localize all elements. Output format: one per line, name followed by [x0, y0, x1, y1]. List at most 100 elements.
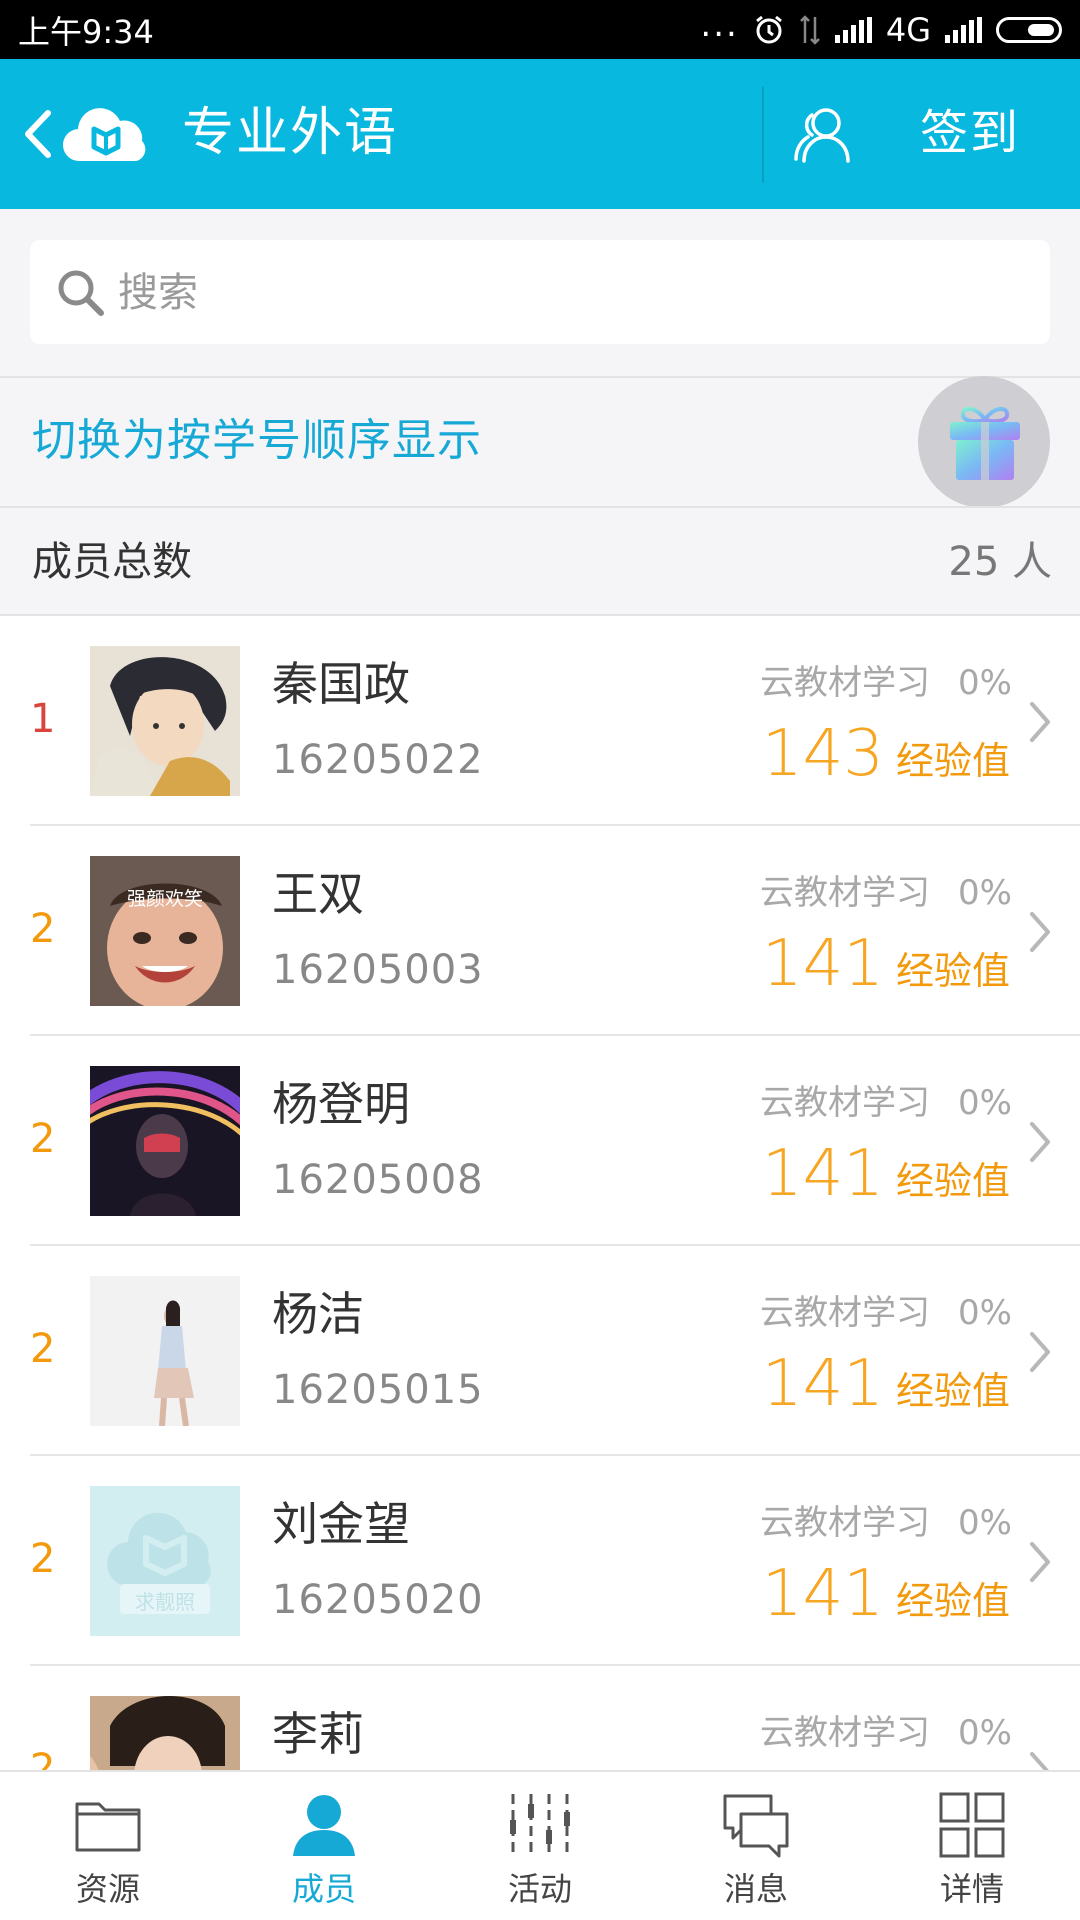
nav-item-members[interactable]: 成员 [216, 1772, 432, 1920]
battery-icon [996, 16, 1062, 43]
member-name: 杨洁 [272, 1287, 364, 1341]
app-logo-icon [62, 108, 146, 162]
search-icon [58, 270, 104, 316]
chevron-right-icon [1030, 1542, 1050, 1582]
page-title: 专业外语 [182, 103, 399, 163]
exp-unit: 经验值 [895, 1579, 1010, 1623]
progress-label: 云教材学习 [760, 663, 930, 703]
status-icons: ... 4G [700, 5, 1062, 49]
grid-icon [939, 1792, 1005, 1858]
progress-label: 云教材学习 [760, 873, 930, 913]
progress-value: 0% [958, 1713, 1012, 1753]
avatar [90, 646, 240, 796]
checkin-button[interactable]: 签到 [920, 97, 1020, 169]
avatar [90, 1276, 240, 1426]
nav-label: 成员 [291, 1870, 356, 1908]
gift-icon [950, 407, 1020, 480]
exp-value: 143 [761, 717, 884, 791]
back-icon[interactable] [18, 107, 58, 161]
status-bar: 上午9:34 ... 4G [0, 0, 1080, 59]
total-label: 成员总数 [32, 539, 192, 585]
chevron-right-icon [1030, 912, 1050, 952]
exp-value: 141 [761, 1137, 884, 1211]
folder-icon [75, 1802, 141, 1852]
member-row[interactable]: 2 李莉 云教材学习 0% [0, 1666, 1080, 1770]
avatar-caption: 求靓照 [135, 1590, 195, 1614]
activity-icon [510, 1794, 570, 1856]
nav-label: 资源 [75, 1870, 140, 1908]
header-divider [762, 87, 764, 183]
chevron-right-icon [1030, 1122, 1050, 1162]
progress-value: 0% [958, 1503, 1012, 1543]
exp-unit: 经验值 [895, 739, 1010, 783]
signal-icon-2 [945, 16, 982, 43]
member-student-id: 16205003 [272, 947, 484, 993]
member-row[interactable]: 2 杨登明 16205008 云教材学习 0% 141 经验值 [0, 1036, 1080, 1246]
member-student-id: 16205022 [272, 737, 484, 783]
exp-value: 141 [761, 1347, 884, 1421]
nav-item-messages[interactable]: 消息 [648, 1772, 864, 1920]
alarm-icon [755, 15, 782, 43]
member-row[interactable]: 2 求靓照 刘金望 16205020 云教材学习 0% 141 经验值 [0, 1456, 1080, 1666]
search-box[interactable] [30, 240, 1050, 344]
member-student-id: 16205020 [272, 1577, 484, 1623]
member-student-id: 16205008 [272, 1157, 484, 1203]
status-time: 上午9:34 [18, 12, 154, 51]
nav-label: 详情 [939, 1870, 1004, 1908]
network-type: 4G [885, 10, 931, 49]
exp-value: 141 [761, 927, 884, 1001]
exp-unit: 经验值 [895, 1369, 1010, 1413]
progress-label: 云教材学习 [760, 1713, 930, 1753]
person-icon [293, 1795, 355, 1856]
member-row[interactable]: 2 杨洁 16205015 云教材学习 0% 141 经验值 [0, 1246, 1080, 1456]
data-icon [799, 14, 820, 45]
members-icon[interactable] [792, 105, 856, 165]
nav-item-activities[interactable]: 活动 [432, 1772, 648, 1920]
message-icon [723, 1794, 789, 1858]
progress-value: 0% [958, 873, 1012, 913]
member-rank: 2 [30, 1116, 56, 1162]
member-name: 杨登明 [272, 1077, 410, 1131]
bottom-nav: 资源 成员 活动 消息 详情 [0, 1770, 1080, 1920]
exp-value: 141 [761, 1557, 884, 1631]
avatar: 求靓照 [90, 1486, 240, 1636]
total-row: 成员总数 25 人 [0, 508, 1080, 614]
nav-item-resources[interactable]: 资源 [0, 1772, 216, 1920]
exp-unit: 经验值 [895, 1159, 1010, 1203]
member-name: 李莉 [272, 1707, 364, 1761]
header: 专业外语 签到 [0, 59, 1080, 209]
search-input[interactable] [116, 260, 1020, 326]
progress-label: 云教材学习 [760, 1503, 930, 1543]
chevron-right-icon [1030, 1332, 1050, 1372]
progress-value: 0% [958, 1083, 1012, 1123]
chevron-right-icon [1030, 1752, 1049, 1770]
nav-label: 消息 [723, 1870, 788, 1908]
member-row[interactable]: 1 秦国政 16205022 云教材学习 0% 143 经验值 [0, 616, 1080, 826]
progress-value: 0% [958, 1293, 1012, 1333]
signal-icon [834, 16, 872, 43]
status-dots: ... [700, 4, 739, 45]
member-list: 1 秦国政 16205022 云教材学习 0% 143 经验值 2 强颜欢笑 王… [0, 616, 1080, 1770]
progress-label: 云教材学习 [760, 1293, 930, 1333]
member-row[interactable]: 2 强颜欢笑 王双 16205003 云教材学习 0% 141 经验值 [0, 826, 1080, 1036]
member-student-id: 16205015 [272, 1367, 484, 1413]
member-rank: 2 [30, 1326, 56, 1372]
chevron-right-icon [1030, 702, 1050, 742]
gift-button[interactable] [918, 376, 1050, 508]
switch-order-link[interactable]: 切换为按学号顺序显示 [32, 408, 482, 474]
member-rank: 2 [30, 1536, 56, 1582]
member-rank: 2 [30, 1746, 56, 1770]
member-name: 刘金望 [272, 1497, 410, 1551]
avatar-caption: 强颜欢笑 [126, 888, 203, 910]
member-name: 秦国政 [272, 657, 410, 711]
avatar: 强颜欢笑 [90, 856, 240, 1006]
progress-value: 0% [958, 663, 1012, 703]
nav-label: 活动 [507, 1870, 572, 1908]
member-rank: 1 [30, 696, 56, 742]
avatar [90, 1066, 240, 1216]
progress-label: 云教材学习 [760, 1083, 930, 1123]
member-rank: 2 [30, 906, 56, 952]
nav-item-details[interactable]: 详情 [864, 1772, 1080, 1920]
avatar [90, 1696, 240, 1770]
exp-unit: 经验值 [895, 949, 1010, 993]
